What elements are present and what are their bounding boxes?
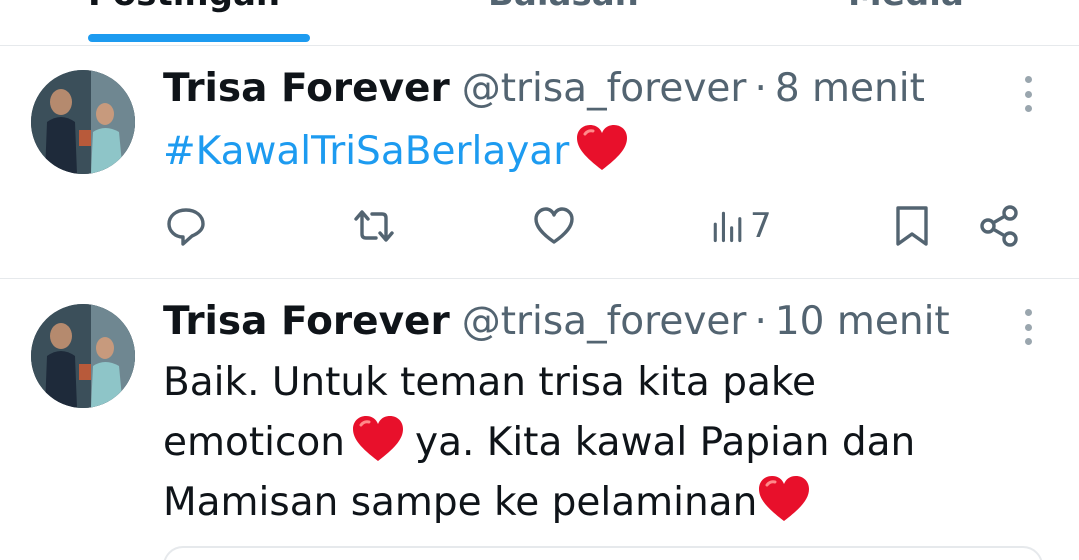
tweet-text-line: Baik. Untuk teman trisa kita pake xyxy=(163,360,817,405)
tab-media[interactable]: Media xyxy=(848,0,964,14)
active-tab-indicator xyxy=(88,34,310,42)
separator: · xyxy=(754,66,767,111)
tweet[interactable]: Trisa Forever @trisa_forever · 10 menit Bai… xyxy=(0,279,1079,560)
embedded-card[interactable] xyxy=(163,546,1043,560)
views-icon xyxy=(713,211,742,243)
tweet-header: Trisa Forever @trisa_forever · 8 menit xyxy=(163,66,925,112)
share-icon xyxy=(980,205,1018,247)
tweet-actions: 7 xyxy=(0,196,1079,256)
username[interactable]: @trisa_forever xyxy=(462,299,747,344)
timestamp[interactable]: 10 menit xyxy=(775,299,950,344)
profile-timeline: Postingan Balasan Media Trisa Forever @tr… xyxy=(0,0,1079,560)
display-name[interactable]: Trisa Forever xyxy=(163,66,450,111)
red-heart-emoji-icon xyxy=(577,125,628,170)
hashtag-link[interactable]: #KawalTriSaBerlayar xyxy=(163,129,569,174)
timestamp[interactable]: 8 menit xyxy=(775,66,925,111)
like-button[interactable] xyxy=(532,202,576,250)
tweet-text-fragment: emoticon xyxy=(163,420,345,465)
retweet-button[interactable] xyxy=(352,202,396,250)
tab-balasan[interactable]: Balasan xyxy=(488,0,639,14)
red-heart-emoji-icon xyxy=(759,476,810,521)
tweet-text: Baik. Untuk teman trisa kita pake emotic… xyxy=(163,353,1043,533)
tweet-text-fragment: ya. Kita kawal Papian dan xyxy=(415,420,916,465)
retweet-icon xyxy=(354,210,394,242)
tweet-text-fragment: Mamisan sampe ke pelaminan xyxy=(163,480,758,525)
like-icon xyxy=(534,207,574,244)
views-button[interactable]: 7 xyxy=(708,202,772,250)
tab-postingan[interactable]: Postingan xyxy=(88,0,280,14)
bookmark-icon xyxy=(896,206,928,246)
bookmark-button[interactable] xyxy=(890,202,934,250)
share-button[interactable] xyxy=(978,202,1022,250)
views-count: 7 xyxy=(750,206,772,246)
display-name[interactable]: Trisa Forever xyxy=(163,299,450,344)
more-options-icon[interactable] xyxy=(1021,309,1035,345)
tweet-text-line: emoticon ya. Kita kawal Papian dan xyxy=(163,413,1043,473)
red-heart-emoji-icon xyxy=(353,416,403,461)
profile-tabs: Postingan Balasan Media xyxy=(0,0,1079,46)
reply-icon xyxy=(167,208,205,246)
separator: · xyxy=(754,299,767,344)
more-options-icon[interactable] xyxy=(1021,76,1035,112)
avatar[interactable] xyxy=(31,70,135,174)
tweet-text-line: Mamisan sampe ke pelaminan xyxy=(163,473,1043,533)
tweet[interactable]: Trisa Forever @trisa_forever · 8 menit #Kaw… xyxy=(0,46,1079,278)
avatar[interactable] xyxy=(31,304,135,408)
tweet-text: #KawalTriSaBerlayar xyxy=(163,122,1043,182)
username[interactable]: @trisa_forever xyxy=(462,66,747,111)
tweet-header: Trisa Forever @trisa_forever · 10 menit xyxy=(163,299,950,345)
reply-button[interactable] xyxy=(164,202,208,250)
